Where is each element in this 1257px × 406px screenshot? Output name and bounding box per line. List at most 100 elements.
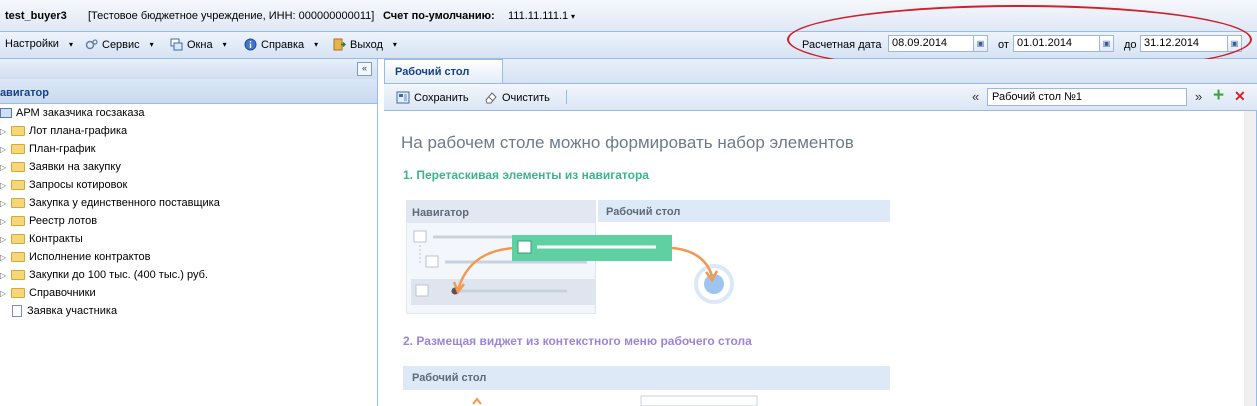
clear-button-label: Очистить bbox=[502, 91, 550, 104]
expand-icon[interactable]: ▷ bbox=[0, 235, 8, 244]
tree-item[interactable]: ▷ Реестр лотов bbox=[0, 212, 97, 230]
from-date-label: от bbox=[998, 39, 1009, 51]
tree-item[interactable]: ▷ Справочники bbox=[0, 284, 96, 302]
chevron-down-icon[interactable]: ▾ bbox=[571, 12, 575, 21]
folder-icon bbox=[11, 216, 25, 226]
desktop-heading: На рабочем столе можно формировать набор… bbox=[401, 133, 854, 152]
folder-icon bbox=[11, 252, 25, 262]
user-name[interactable]: test_buyer3 bbox=[5, 10, 67, 22]
navigator-header-strip: « bbox=[0, 59, 377, 80]
expand-icon[interactable]: ▷ bbox=[0, 289, 8, 298]
organization-label: [Тестовое бюджетное учреждение, ИНН: 000… bbox=[88, 10, 375, 22]
expand-icon[interactable]: ▷ bbox=[0, 217, 8, 226]
exit-icon bbox=[333, 38, 346, 51]
navigator-panel: « Навигатор АРМ заказчика госзаказа ▷ Лот… bbox=[0, 59, 378, 406]
tree-item-label: Справочники bbox=[29, 287, 96, 299]
folder-icon bbox=[11, 234, 25, 244]
menu-windows[interactable]: Окна ▾ bbox=[170, 38, 227, 51]
computer-icon bbox=[0, 108, 12, 118]
step2-heading: 2. Размещая виджет из контекстного меню … bbox=[403, 334, 752, 348]
menu-service[interactable]: Сервис ▾ bbox=[85, 38, 154, 51]
tree-item[interactable]: Заявка участника bbox=[0, 302, 117, 320]
tree-root-label: АРМ заказчика госзаказа bbox=[16, 107, 145, 119]
tree-root[interactable]: АРМ заказчика госзаказа bbox=[0, 104, 145, 122]
from-date-field[interactable]: 01.01.2014 bbox=[1013, 35, 1100, 52]
tree-item-label: Исполнение контрактов bbox=[29, 251, 151, 263]
tree-item-label: Закупка у единственного поставщика bbox=[29, 197, 220, 209]
tree-item[interactable]: ▷ Запросы котировок bbox=[0, 176, 127, 194]
tree-item[interactable]: ▷ Закупка у единственного поставщика bbox=[0, 194, 220, 212]
menu-help-label: Справка bbox=[261, 38, 305, 51]
tree-item-label: Заявка участника bbox=[27, 305, 118, 317]
folder-icon bbox=[11, 162, 25, 172]
chevron-down-icon: ▾ bbox=[392, 40, 397, 49]
calendar-icon[interactable]: ▣ bbox=[1099, 35, 1114, 52]
calendar-icon[interactable]: ▣ bbox=[973, 35, 988, 52]
chevron-down-icon: ▾ bbox=[222, 40, 227, 49]
collapse-icon[interactable]: « bbox=[357, 62, 372, 76]
menu-settings[interactable]: Настройки ▾ bbox=[5, 38, 73, 50]
context-menu-illustration-icon bbox=[472, 395, 758, 406]
save-icon bbox=[396, 91, 410, 104]
expand-icon[interactable]: ▷ bbox=[0, 253, 8, 262]
clear-button[interactable]: Очистить bbox=[484, 91, 550, 104]
expand-icon[interactable]: ▷ bbox=[0, 145, 8, 154]
step1-heading: 1. Перетаскивая элементы из навигатора bbox=[403, 168, 649, 182]
title-bar: test_buyer3 [Тестовое бюджетное учрежден… bbox=[0, 0, 1257, 32]
folder-icon bbox=[11, 180, 25, 190]
menu-windows-label: Окна bbox=[187, 38, 213, 51]
info-icon bbox=[244, 38, 257, 51]
chevron-down-icon: ▾ bbox=[314, 40, 319, 49]
menu-bar: Настройки ▾ Сервис ▾ Окна ▾ Справка ▾ Вы… bbox=[0, 32, 1257, 59]
chevron-down-icon: ▾ bbox=[68, 39, 73, 49]
tab-desktop[interactable]: Рабочий стол bbox=[384, 59, 503, 83]
expand-icon[interactable]: ▷ bbox=[0, 199, 8, 208]
calendar-icon[interactable]: ▣ bbox=[1227, 35, 1242, 52]
tree-item-label: Лот плана-графика bbox=[29, 125, 128, 137]
expand-icon[interactable]: ▷ bbox=[0, 127, 8, 136]
illustration-navigator-header: Навигатор bbox=[407, 201, 595, 223]
menu-settings-label: Настройки bbox=[5, 38, 59, 50]
next-desktop-button[interactable]: » bbox=[1195, 89, 1202, 104]
tree-item-label: Запросы котировок bbox=[29, 179, 128, 191]
windows-icon bbox=[170, 38, 183, 51]
menu-exit[interactable]: Выход ▾ bbox=[333, 38, 397, 51]
toolbar-separator bbox=[566, 90, 567, 104]
drag-arrows-icon bbox=[452, 235, 719, 295]
illustration-context-menu: Рабочий стол bbox=[403, 366, 890, 406]
add-icon[interactable]: + bbox=[1213, 85, 1224, 107]
tree-item[interactable]: ▷ План-график bbox=[0, 140, 95, 158]
to-date-label: до bbox=[1124, 39, 1137, 51]
tree-item-label: Контракты bbox=[29, 233, 83, 245]
to-date-field[interactable]: 31.12.2014 bbox=[1140, 35, 1228, 52]
save-button-label: Сохранить bbox=[414, 91, 469, 104]
document-icon bbox=[12, 305, 22, 317]
tree-item[interactable]: ▷ Заявки на закупку bbox=[0, 158, 121, 176]
tree-item[interactable]: ▷ Контракты bbox=[0, 230, 83, 248]
service-icon bbox=[85, 39, 98, 50]
folder-icon bbox=[11, 288, 25, 298]
content-scrollbar[interactable] bbox=[1244, 111, 1256, 406]
expand-icon[interactable]: ▷ bbox=[0, 181, 8, 190]
menu-help[interactable]: Справка ▾ bbox=[244, 38, 318, 51]
default-account-value[interactable]: 111.11.111.1 bbox=[508, 10, 568, 22]
calc-date-label: Расчетная дата bbox=[802, 39, 882, 51]
tree-item[interactable]: ▷ Лот плана-графика bbox=[0, 122, 127, 140]
prev-desktop-button[interactable]: « bbox=[972, 89, 979, 104]
desktop-selector-field[interactable]: Рабочий стол №1 bbox=[987, 88, 1187, 106]
tab-strip: Рабочий стол bbox=[384, 59, 1257, 84]
illustration-desktop-header: Рабочий стол bbox=[598, 200, 890, 222]
desktop-toolbar: Сохранить Очистить « Рабочий стол №1 » +… bbox=[384, 84, 1257, 111]
illustration-context-header: Рабочий стол bbox=[403, 366, 890, 390]
menu-exit-label: Выход bbox=[350, 38, 383, 51]
tree-item[interactable]: ▷ Исполнение контрактов bbox=[0, 248, 150, 266]
calc-date-field[interactable]: 08.09.2014 bbox=[888, 35, 974, 52]
tree-item[interactable]: ▷ Закупки до 100 тыс. (400 тыс.) руб. bbox=[0, 266, 208, 284]
chevron-down-icon: ▾ bbox=[149, 40, 154, 49]
delete-icon[interactable]: ✕ bbox=[1234, 88, 1246, 105]
folder-icon bbox=[11, 144, 25, 154]
save-button[interactable]: Сохранить bbox=[396, 91, 469, 104]
expand-icon[interactable]: ▷ bbox=[0, 271, 8, 280]
expand-icon[interactable]: ▷ bbox=[0, 163, 8, 172]
folder-icon bbox=[11, 270, 25, 280]
